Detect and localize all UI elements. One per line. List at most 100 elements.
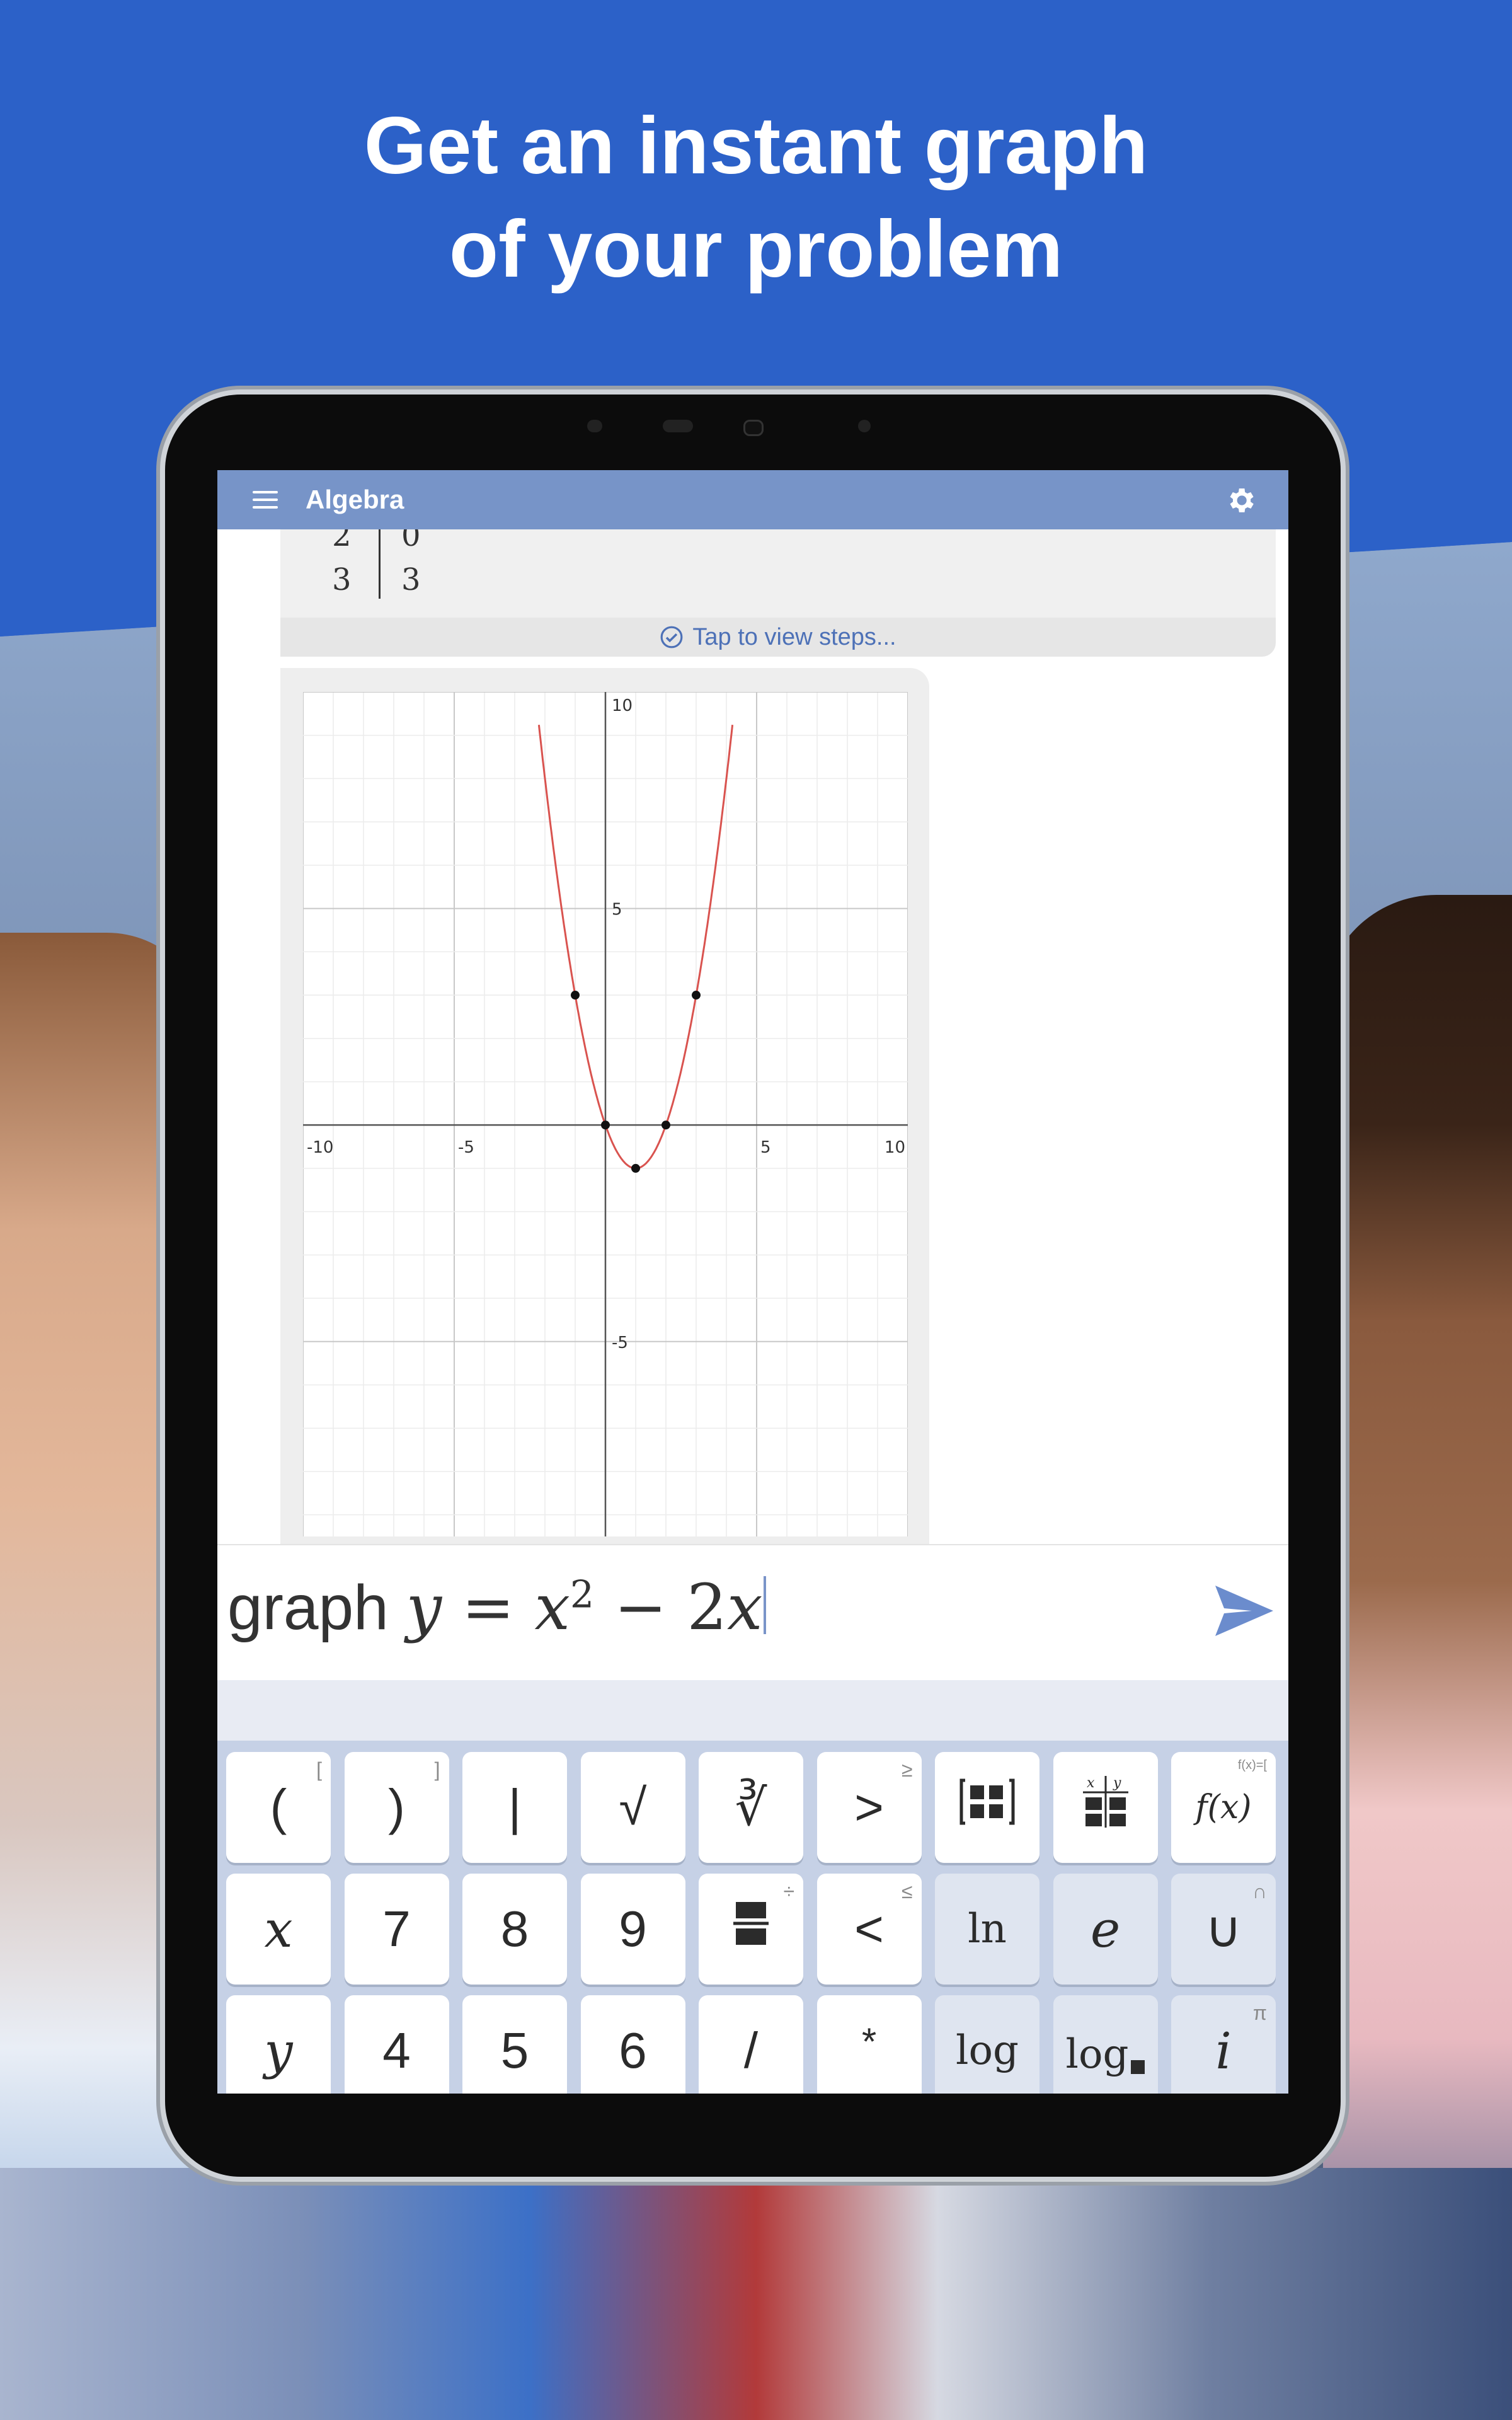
- key-log[interactable]: log: [935, 1995, 1040, 2094]
- key-secondary-label: ]: [434, 1758, 440, 1781]
- key-matrix[interactable]: [935, 1752, 1040, 1863]
- input-coef: 2: [687, 1570, 728, 1644]
- key-close-paren[interactable]: )]: [344, 1752, 449, 1863]
- key-label: |: [508, 1779, 522, 1835]
- key-cube-root[interactable]: ∛: [699, 1752, 803, 1863]
- input-equals: =: [442, 1570, 535, 1644]
- key-secondary-label: [: [316, 1758, 322, 1781]
- key-ln[interactable]: ln: [935, 1874, 1040, 1985]
- key-table[interactable]: xy: [1053, 1752, 1158, 1863]
- key-secondary-label: f(x)=[: [1237, 1758, 1267, 1772]
- table-cell-y: 0: [401, 529, 421, 553]
- key-union[interactable]: ∪ ∩: [1171, 1874, 1276, 1985]
- key-e[interactable]: e: [1053, 1874, 1158, 1985]
- app-screen: Algebra 20 33 Tap to view steps... -10 -…: [217, 470, 1288, 2094]
- key-x[interactable]: x: [226, 1874, 331, 1985]
- input-prefix: graph: [227, 1572, 389, 1643]
- key-label: 8: [500, 1901, 529, 1957]
- key-7[interactable]: 7: [344, 1874, 449, 1985]
- y-tick-label: 5: [612, 901, 622, 919]
- headline: Get an instant graph of your problem: [0, 95, 1512, 301]
- keyboard-spacer: [217, 1680, 1288, 1741]
- data-point: [692, 991, 701, 1000]
- sensor-pair: [663, 420, 693, 432]
- key-label: log: [956, 2027, 1019, 2074]
- key-greater-than[interactable]: > ≥: [816, 1752, 922, 1863]
- svg-text:y: y: [1113, 1775, 1121, 1791]
- key-y[interactable]: y: [226, 1995, 331, 2094]
- key-label: 9: [619, 1901, 647, 1957]
- key-label: /: [743, 2022, 759, 2078]
- table-row: 33: [332, 562, 471, 597]
- x-tick-label: 5: [760, 1138, 771, 1157]
- key-label: 7: [382, 1901, 411, 1957]
- key-secondary-label: π: [1252, 2002, 1267, 2024]
- input-var-x: x: [534, 1570, 570, 1644]
- input-minus: −: [594, 1570, 687, 1644]
- key-8[interactable]: 8: [462, 1874, 567, 1985]
- key-6[interactable]: 6: [580, 1995, 685, 2094]
- key-secondary-label: ÷: [783, 1880, 794, 1903]
- input-exponent: 2: [570, 1572, 595, 1617]
- key-label: ∪: [1205, 1901, 1242, 1957]
- key-9[interactable]: 9: [580, 1874, 685, 1985]
- check-circle-icon: [661, 626, 683, 648]
- key-label: f(x): [1195, 1789, 1252, 1826]
- camera-icon: [743, 420, 764, 436]
- input-var-y: y: [406, 1570, 442, 1644]
- text-caret: [764, 1576, 767, 1634]
- matrix-icon: [959, 1777, 1016, 1839]
- table-cell-x: 3: [332, 562, 352, 597]
- table-cell-y: 3: [401, 562, 421, 597]
- key-fraction[interactable]: ÷: [699, 1874, 803, 1985]
- hamburger-icon[interactable]: [253, 491, 278, 509]
- key-label: 4: [382, 2022, 411, 2078]
- solution-content[interactable]: 20 33 Tap to view steps... -10 -5 5 10 10 5 -5: [217, 529, 1288, 1544]
- key-function[interactable]: f(x) f(x)=[: [1171, 1752, 1276, 1863]
- key-log-base[interactable]: log: [1053, 1995, 1158, 2094]
- svg-text:x: x: [1087, 1775, 1095, 1791]
- key-label: 6: [619, 2022, 647, 2078]
- graph-card[interactable]: -10 -5 5 10 10 5 -5: [280, 668, 929, 1544]
- values-table: 20 33: [280, 529, 1276, 618]
- key-label: *: [861, 2020, 877, 2063]
- key-label: x: [264, 1899, 293, 1959]
- view-steps-button[interactable]: Tap to view steps...: [280, 618, 1276, 657]
- y-tick-label: -5: [612, 1334, 628, 1352]
- fraction-icon: [732, 1898, 770, 1961]
- math-input-area[interactable]: graph y = x2 − 2x: [217, 1544, 1288, 1681]
- key-secondary-label: ≤: [901, 1880, 913, 1903]
- table-cell-x: 2: [332, 529, 352, 553]
- key-sqrt[interactable]: √: [580, 1752, 685, 1863]
- key-label: ln: [968, 1906, 1007, 1952]
- function-graph[interactable]: -10 -5 5 10 10 5 -5: [303, 692, 908, 1536]
- key-abs-bar[interactable]: |: [462, 1752, 567, 1863]
- headline-line-1: Get an instant graph: [364, 101, 1148, 191]
- key-open-paren[interactable]: ([: [226, 1752, 331, 1863]
- key-5[interactable]: 5: [462, 1995, 567, 2094]
- key-secondary-label: ∩: [1252, 1880, 1267, 1903]
- app-title: Algebra: [306, 485, 404, 514]
- app-bar: Algebra: [217, 470, 1288, 529]
- math-input-field[interactable]: graph y = x2 − 2x: [227, 1570, 767, 1644]
- view-steps-label: Tap to view steps...: [692, 623, 896, 650]
- input-var-x2: x: [727, 1570, 763, 1644]
- key-slash[interactable]: /: [699, 1995, 803, 2094]
- x-tick-label: -10: [307, 1138, 333, 1157]
- data-point: [571, 991, 580, 1000]
- key-less-than[interactable]: < ≤: [816, 1874, 922, 1985]
- sensor-dot: [587, 420, 602, 432]
- tablet-device: Algebra 20 33 Tap to view steps... -10 -…: [165, 395, 1341, 2177]
- data-point: [662, 1121, 670, 1130]
- key-imaginary[interactable]: iπ: [1171, 1995, 1276, 2094]
- key-label: <: [854, 1901, 884, 1957]
- key-label: y: [264, 2021, 293, 2080]
- key-label: 5: [500, 2022, 529, 2078]
- fraction-table-icon: xy: [1080, 1773, 1131, 1842]
- gear-icon[interactable]: [1224, 484, 1257, 517]
- key-4[interactable]: 4: [344, 1995, 449, 2094]
- send-icon[interactable]: [1213, 1582, 1276, 1640]
- key-multiply[interactable]: *: [816, 1995, 922, 2094]
- table-row: 20: [332, 529, 471, 553]
- students-bottom-image: [0, 2168, 1512, 2420]
